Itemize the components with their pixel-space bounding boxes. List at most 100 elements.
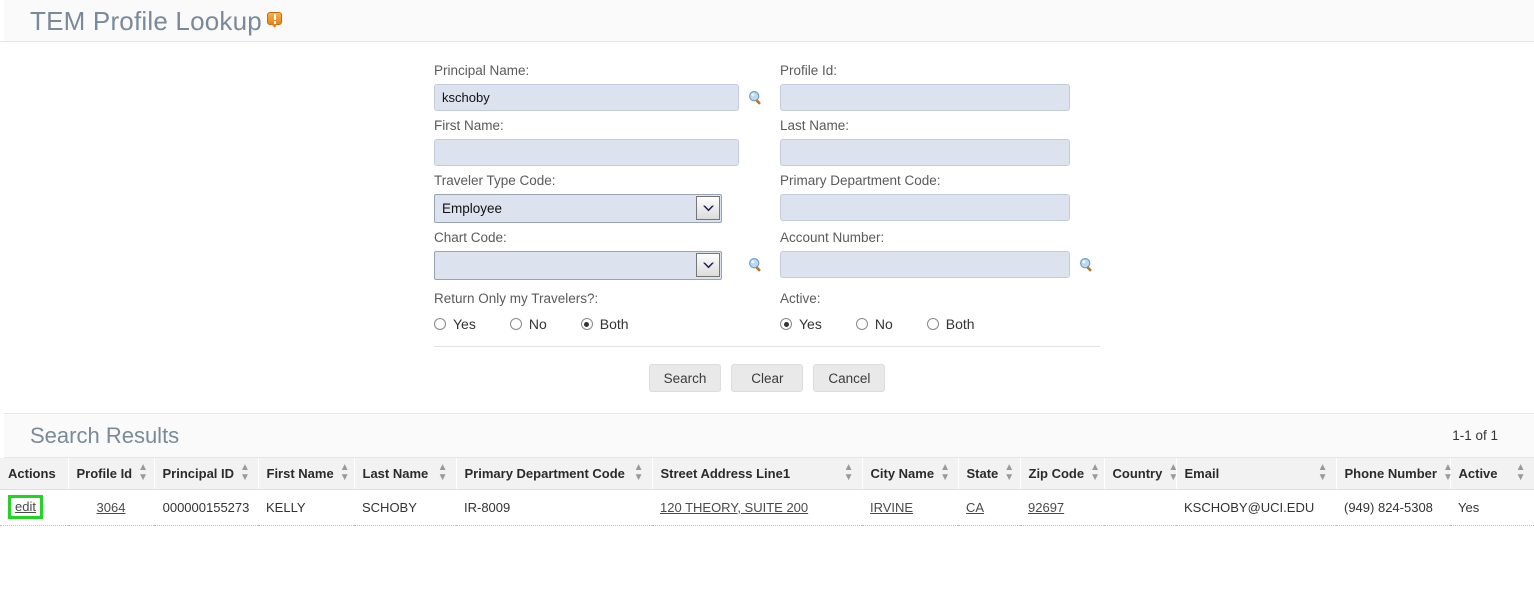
radio-active-yes[interactable]: Yes — [780, 316, 822, 332]
chart-code-select[interactable] — [434, 251, 722, 280]
radio-circle-icon — [926, 318, 939, 330]
sort-icon[interactable]: ▲ ▼ — [634, 463, 644, 483]
active-radio-group: Yes No Both — [780, 312, 1070, 332]
sort-icon[interactable]: ▲ ▼ — [1168, 463, 1178, 483]
col-street-address-line1-label: Street Address Line1 — [660, 465, 791, 481]
cell-country — [1104, 489, 1176, 526]
principal-name-input[interactable] — [434, 84, 739, 111]
cell-principal-id: 000000155273 — [154, 489, 258, 526]
page-header: TEM Profile Lookup — [0, 0, 1534, 42]
radio-circle-icon — [509, 318, 522, 330]
city-name-link[interactable]: IRVINE — [870, 500, 913, 515]
cell-profile-id: 3064 — [68, 489, 154, 526]
search-results-header: Search Results 1-1 of 1 — [0, 413, 1534, 458]
cell-phone-number: (949) 824-5308 — [1336, 489, 1450, 526]
col-active-label: Active — [1458, 465, 1498, 481]
col-primary-department-code-label: Primary Department Code — [464, 465, 625, 481]
cell-street-address-line1: 120 THEORY, SUITE 200 — [652, 489, 862, 526]
search-button[interactable]: Search — [648, 364, 722, 392]
radio-active-no[interactable]: No — [855, 316, 893, 332]
sort-icon[interactable]: ▲ ▼ — [1516, 463, 1526, 483]
form-button-row: Search Clear Cancel — [434, 364, 1100, 392]
radio-circle-icon — [855, 318, 868, 330]
col-email[interactable]: Email ▲ ▼ — [1176, 458, 1337, 490]
page-title: TEM Profile Lookup — [30, 8, 282, 34]
cell-primary-department-code: IR-8009 — [456, 489, 652, 526]
state-link[interactable]: CA — [966, 500, 984, 515]
col-last-name[interactable]: Last Name ▲ ▼ — [354, 458, 457, 490]
label-return-only-my-travelers: Return Only my Travelers?: — [434, 291, 599, 306]
page-title-text: TEM Profile Lookup — [30, 5, 262, 36]
cell-zip-code: 92697 — [1020, 489, 1104, 526]
col-street-address-line1[interactable]: Street Address Line1 ▲ ▼ — [652, 458, 863, 490]
col-active[interactable]: Active ▲ ▼ — [1450, 458, 1534, 490]
last-name-input[interactable] — [780, 139, 1070, 166]
radio-travelers-yes-label: Yes — [453, 316, 476, 332]
radio-active-both[interactable]: Both — [926, 316, 975, 332]
label-account-number: Account Number: — [780, 230, 885, 245]
cell-first-name: KELLY — [258, 489, 354, 526]
col-principal-id-label: Principal ID — [162, 465, 235, 481]
radio-travelers-no-label: No — [528, 316, 547, 332]
label-last-name: Last Name: — [780, 118, 850, 133]
col-primary-department-code[interactable]: Primary Department Code ▲ ▼ — [456, 458, 653, 490]
radio-circle-selected-icon — [780, 318, 792, 330]
sort-icon[interactable]: ▲ ▼ — [240, 463, 250, 483]
col-state[interactable]: State ▲ ▼ — [958, 458, 1021, 490]
clear-button[interactable]: Clear — [731, 364, 804, 392]
col-country[interactable]: Country ▲ ▼ — [1104, 458, 1178, 490]
table-header-row: Actions Profile Id ▲ ▼ Principal ID ▲ ▼ Firs… — [0, 458, 1534, 490]
label-active: Active: — [780, 291, 821, 306]
sort-icon[interactable]: ▲ ▼ — [438, 463, 448, 483]
profile-id-input[interactable] — [780, 84, 1070, 111]
sort-icon[interactable]: ▲ ▼ — [340, 463, 350, 483]
first-name-input[interactable] — [434, 139, 739, 166]
cell-active: Yes — [1450, 489, 1534, 526]
radio-travelers-yes[interactable]: Yes — [434, 316, 476, 332]
principal-name-lookup-icon[interactable] — [748, 90, 764, 106]
sort-icon[interactable]: ▲ ▼ — [844, 463, 854, 483]
cancel-button[interactable]: Cancel — [813, 364, 886, 392]
edit-link[interactable]: edit — [15, 499, 36, 514]
zip-code-link[interactable]: 92697 — [1028, 500, 1064, 515]
col-phone-number-label: Phone Number — [1344, 465, 1437, 481]
sort-icon[interactable]: ▲ ▼ — [1090, 463, 1100, 483]
sort-icon[interactable]: ▲ ▼ — [138, 463, 148, 483]
search-form: Principal Name: Profile Id: First Name: … — [0, 42, 1534, 392]
col-zip-code[interactable]: Zip Code ▲ ▼ — [1020, 458, 1105, 490]
col-city-name-label: City Name — [870, 465, 935, 481]
radio-travelers-both[interactable]: Both — [580, 316, 629, 332]
col-profile-id[interactable]: Profile Id ▲ ▼ — [68, 458, 155, 490]
col-actions: Actions — [0, 458, 69, 490]
account-number-input[interactable] — [780, 251, 1070, 278]
cell-city-name: IRVINE — [862, 489, 958, 526]
cell-state: CA — [958, 489, 1020, 526]
col-phone-number[interactable]: Phone Number ▲ ▼ — [1336, 458, 1453, 490]
return-only-my-travelers-radio-group: Yes No Both — [434, 312, 739, 332]
cell-email: KSCHOBY@UCI.EDU — [1176, 489, 1336, 526]
table-row: edit 3064 000000155273 KELLY SCHOBY IR-8… — [0, 489, 1534, 526]
street-address-link[interactable]: 120 THEORY, SUITE 200 — [660, 500, 808, 515]
radio-active-yes-label: Yes — [799, 316, 822, 332]
sort-icon[interactable]: ▲ ▼ — [1004, 463, 1014, 483]
sort-icon[interactable]: ▲ ▼ — [940, 463, 950, 483]
col-first-name-label: First Name — [266, 465, 334, 481]
label-traveler-type-code: Traveler Type Code: — [434, 173, 556, 188]
radio-travelers-no[interactable]: No — [509, 316, 547, 332]
profile-id-link[interactable]: 3064 — [97, 500, 126, 515]
chart-code-lookup-icon[interactable] — [748, 257, 764, 273]
col-country-label: Country — [1112, 465, 1163, 481]
help-bubble-icon[interactable] — [266, 11, 282, 28]
sort-icon[interactable]: ▲ ▼ — [1318, 463, 1328, 483]
edit-link-highlight: edit — [8, 495, 43, 519]
col-principal-id[interactable]: Principal ID ▲ ▼ — [154, 458, 259, 490]
col-city-name[interactable]: City Name ▲ ▼ — [862, 458, 959, 490]
primary-department-code-input[interactable] — [780, 194, 1070, 221]
radio-circle-selected-icon — [580, 318, 593, 330]
col-state-label: State — [966, 465, 999, 481]
traveler-type-code-select[interactable]: Employee — [434, 194, 722, 223]
radio-circle-icon — [434, 318, 446, 330]
sort-icon[interactable]: ▲ ▼ — [1443, 463, 1453, 483]
account-number-lookup-icon[interactable] — [1079, 257, 1095, 273]
col-first-name[interactable]: First Name ▲ ▼ — [258, 458, 355, 490]
